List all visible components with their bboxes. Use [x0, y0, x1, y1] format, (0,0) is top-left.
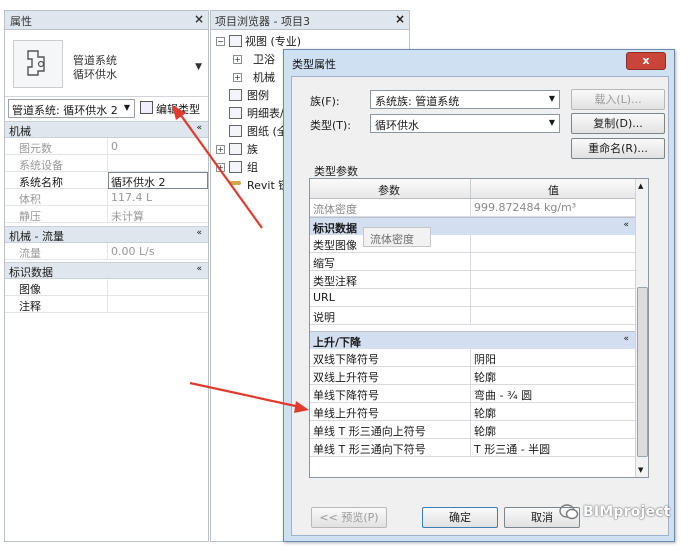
annotation-arrows: [172, 105, 309, 413]
watermark: BIMproject: [559, 501, 679, 525]
arrow-to-edit-type: [179, 113, 263, 229]
arrow-to-single-rise: [189, 381, 301, 409]
wechat-icon: [559, 504, 579, 520]
watermark-text: BIMproject: [583, 504, 671, 520]
arrowhead-icon: [294, 401, 309, 413]
